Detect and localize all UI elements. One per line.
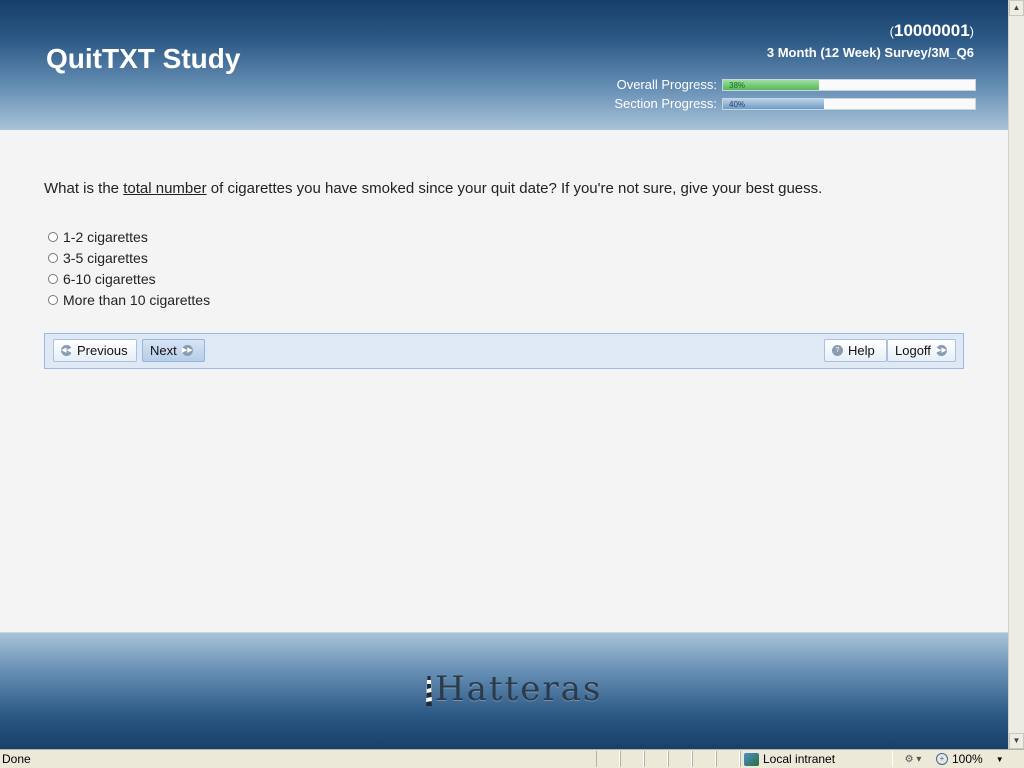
radio-button[interactable] [48, 231, 58, 242]
status-segment [596, 751, 620, 767]
navigation-toolbar: ◀◀ Previous Next ▶▶ ? Help Logoff ▶▶ [44, 333, 964, 369]
overall-progress-track: 38% [722, 79, 976, 91]
status-segment [620, 751, 644, 767]
overall-progress: Overall Progress: 38% [600, 77, 976, 92]
participant-paren-close: ) [969, 24, 974, 39]
browser-status-bar: Done Local intranet ⚙ ▾ + 100% ▼ [0, 749, 1024, 768]
logoff-button-label: Logoff [895, 343, 931, 358]
section-progress-percent: 40% [729, 100, 746, 109]
help-button[interactable]: ? Help [824, 339, 887, 362]
answer-option-label: 6-10 cigarettes [63, 270, 156, 287]
section-progress-track: 40% [722, 98, 976, 110]
section-progress: Section Progress: 40% [600, 96, 976, 111]
vertical-scrollbar[interactable]: ▲ ▼ [1008, 0, 1024, 749]
scroll-down-arrow-icon[interactable]: ▼ [1009, 733, 1024, 749]
security-zone-label: Local intranet [763, 752, 836, 766]
security-zone: Local intranet [744, 751, 835, 767]
answer-option[interactable]: 6-10 cigarettes [48, 268, 210, 289]
browser-viewport: QuitTXT Study (10000001) 3 Month (12 Wee… [0, 0, 1008, 749]
next-button-label: Next [150, 343, 177, 358]
participant-id-value: 10000001 [894, 21, 970, 40]
answer-option-label: 1-2 cigarettes [63, 228, 148, 245]
zoom-dropdown-arrow-icon[interactable]: ▼ [996, 755, 1004, 764]
answer-option-label: More than 10 cigarettes [63, 291, 211, 308]
status-segment [668, 751, 692, 767]
answer-option[interactable]: 1-2 cigarettes [48, 226, 210, 247]
help-button-label: Help [848, 343, 875, 358]
zoom-control[interactable]: + 100% ▼ [936, 751, 1004, 767]
intranet-globe-icon [744, 752, 759, 766]
help-circle-icon: ? [832, 345, 843, 356]
magnifier-icon: + [936, 753, 948, 765]
next-button[interactable]: Next ▶▶ [142, 339, 205, 362]
zoom-level: 100% [952, 752, 983, 766]
lighthouse-icon [426, 676, 432, 706]
status-segment [716, 751, 740, 767]
participant-id: (10000001) [890, 21, 974, 41]
previous-button-label: Previous [77, 343, 128, 358]
answer-option[interactable]: 3-5 cigarettes [48, 247, 210, 268]
app-title: QuitTXT Study [46, 43, 241, 74]
section-progress-label: Section Progress: [614, 96, 717, 111]
rewind-circle-icon: ◀◀ [61, 345, 72, 356]
survey-title: 3 Month (12 Week) Survey/3M_Q6 [766, 45, 974, 60]
answer-option[interactable]: More than 10 cigarettes [48, 289, 210, 310]
answer-option-label: 3-5 cigarettes [63, 249, 148, 266]
protected-mode-icon[interactable]: ⚙ ▾ [897, 751, 929, 767]
question-text-start: What is the [44, 180, 124, 197]
forward-circle-icon: ▶▶ [935, 345, 947, 356]
page-header: QuitTXT Study (10000001) 3 Month (12 Wee… [0, 0, 1008, 130]
previous-button[interactable]: ◀◀ Previous [53, 339, 137, 362]
footer-logo: Hatteras [425, 670, 602, 706]
page-footer: Hatteras [0, 632, 1008, 749]
question-emphasis: total number [123, 180, 207, 197]
footer-logo-text: Hatteras [435, 669, 603, 709]
forward-circle-icon: ▶▶ [181, 345, 193, 356]
overall-progress-label: Overall Progress: [616, 77, 717, 92]
status-segment [692, 751, 716, 767]
radio-button[interactable] [48, 294, 58, 305]
radio-button[interactable] [48, 252, 58, 263]
scroll-up-arrow-icon[interactable]: ▲ [1009, 0, 1024, 16]
status-segment [644, 751, 668, 767]
question-text-end: of cigarettes you have smoked since your… [206, 180, 823, 197]
status-text: Done [2, 752, 31, 766]
question-text: What is the total number of cigarettes y… [44, 180, 822, 197]
answer-options: 1-2 cigarettes 3-5 cigarettes 6-10 cigar… [48, 226, 210, 310]
radio-button[interactable] [48, 273, 58, 284]
overall-progress-percent: 38% [729, 81, 746, 90]
logoff-button[interactable]: Logoff ▶▶ [887, 339, 956, 362]
